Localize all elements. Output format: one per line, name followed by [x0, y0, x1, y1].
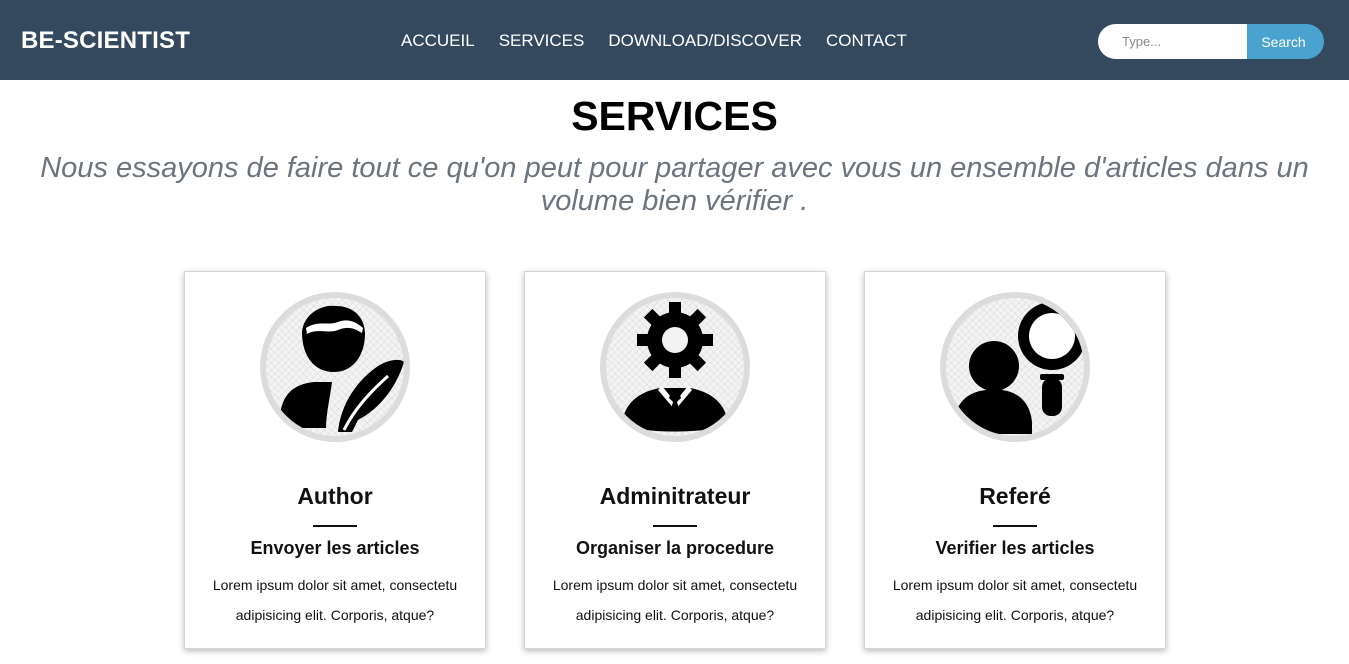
card-divider	[993, 525, 1037, 527]
card-subtitle: Verifier les articles	[935, 538, 1095, 558]
admin-gear-icon	[600, 292, 750, 442]
card-subtitle: Envoyer les articles	[250, 538, 420, 558]
card-title: Author	[297, 483, 373, 509]
search-input[interactable]	[1098, 24, 1247, 59]
navbar: BE-SCIENTIST ACCUEIL SERVICES DOWNLOAD/D…	[0, 0, 1349, 80]
card-divider	[653, 525, 697, 527]
brand-logo[interactable]: BE-SCIENTIST	[21, 27, 190, 55]
search-form: Search	[1098, 24, 1324, 59]
card-divider	[313, 525, 357, 527]
card-subtitle: Organiser la procedure	[575, 538, 775, 558]
services-lead: Nous essayons de faire tout ce qu'on peu…	[40, 152, 1309, 217]
card-title: Adminitrateur	[599, 483, 751, 509]
reviewer-magnifier-icon	[940, 292, 1090, 442]
service-card-referee: Referé Verifier les articles Lorem ipsum…	[864, 271, 1166, 649]
nav-link-contact[interactable]: CONTACT	[826, 31, 907, 51]
card-text: Lorem ipsum dolor sit amet, consectetu a…	[552, 577, 798, 623]
page-title: SERVICES	[571, 93, 778, 139]
search-button[interactable]: Search	[1247, 24, 1324, 59]
nav-links: ACCUEIL SERVICES DOWNLOAD/DISCOVER CONTA…	[401, 31, 931, 51]
service-card-admin: Adminitrateur Organiser la procedure Lor…	[524, 271, 826, 649]
nav-link-accueil[interactable]: ACCUEIL	[401, 31, 475, 51]
service-card-author: Author Envoyer les articles Lorem ipsum …	[184, 271, 486, 649]
card-text: Lorem ipsum dolor sit amet, consectetu a…	[892, 577, 1138, 623]
nav-link-download-discover[interactable]: DOWNLOAD/DISCOVER	[608, 31, 802, 51]
card-title: Referé	[979, 483, 1051, 509]
nav-link-services[interactable]: SERVICES	[499, 31, 585, 51]
author-quill-icon	[260, 292, 410, 442]
card-text: Lorem ipsum dolor sit amet, consectetu a…	[212, 577, 458, 623]
